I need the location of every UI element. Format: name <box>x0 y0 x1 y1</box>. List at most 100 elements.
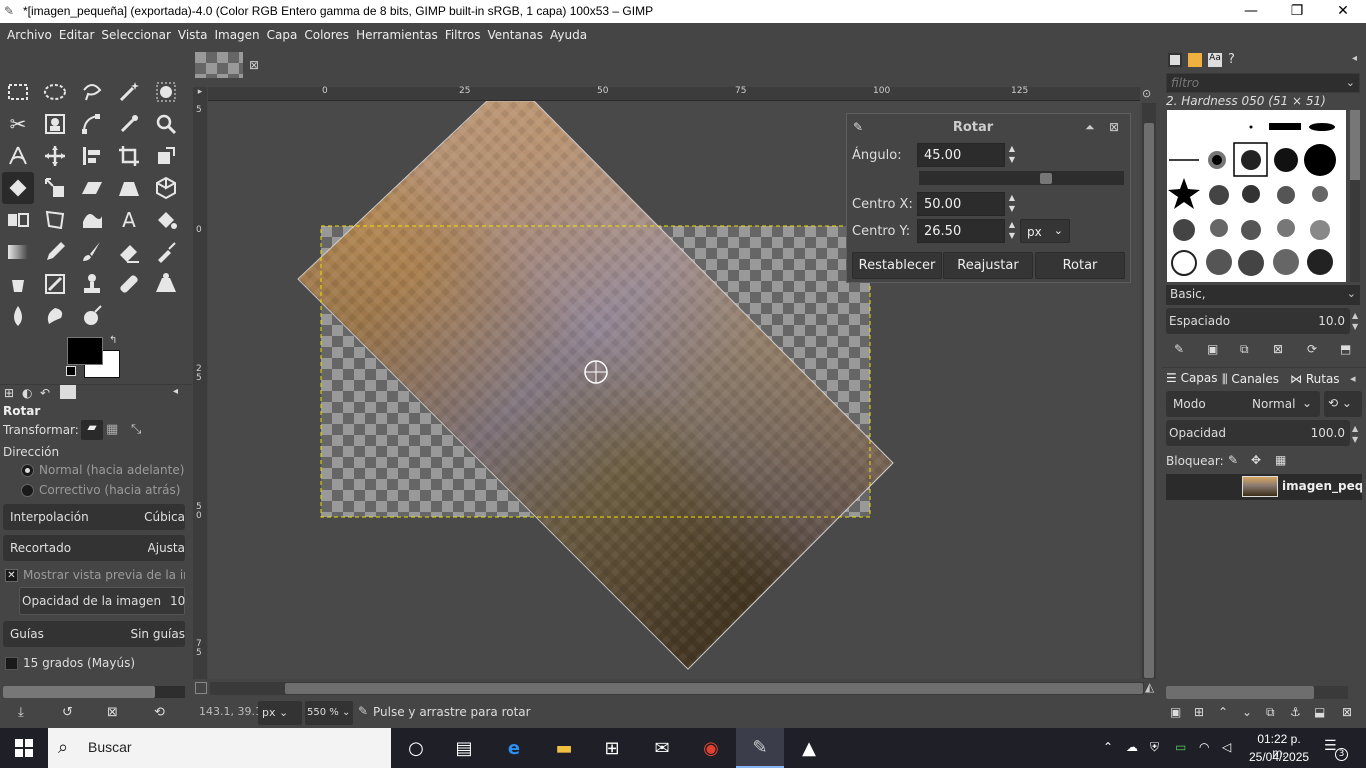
maximize-button[interactable]: ❐ <box>1274 0 1320 23</box>
show-preview-checkbox[interactable]: ✕ <box>5 569 18 582</box>
foreground-select-icon[interactable] <box>39 108 71 140</box>
measure-icon[interactable] <box>2 140 34 172</box>
patterns-tab-icon[interactable] <box>1188 53 1202 67</box>
foreground-color-swatch[interactable] <box>67 337 103 365</box>
layers-menu-icon[interactable]: ◂ <box>1350 372 1356 385</box>
edge-icon[interactable]: e <box>490 728 538 768</box>
tab-menu-icon[interactable]: ◂ <box>173 386 178 397</box>
flip-icon[interactable] <box>2 204 34 236</box>
brush-grid-scrollbar[interactable] <box>1350 110 1360 282</box>
brush-filter-input[interactable]: filtro ⌄ <box>1166 73 1360 93</box>
composite-mode-button[interactable]: ⟲ ⌄ <box>1324 391 1362 417</box>
angle-spin-arrows[interactable]: ▲ ▼ <box>1005 143 1019 167</box>
undo-history-tab-icon[interactable]: ↶ <box>40 386 50 400</box>
angle-slider[interactable] <box>919 171 1124 185</box>
chrome-icon[interactable]: ◉ <box>687 728 735 768</box>
anchor-layer-icon[interactable]: ⚓ <box>1290 705 1301 719</box>
move-icon[interactable] <box>39 140 71 172</box>
eraser-icon[interactable] <box>113 236 145 268</box>
select-by-color-icon[interactable] <box>150 76 182 108</box>
zoom-select[interactable]: 550 % ⌄ <box>305 701 353 725</box>
zoom-fit-icon[interactable]: ⊙ <box>1142 87 1158 101</box>
cage-transform-icon[interactable] <box>39 204 71 236</box>
new-layer-icon[interactable]: ▣ <box>1170 705 1181 719</box>
pencil-icon[interactable] <box>39 236 71 268</box>
dodge-burn-icon[interactable] <box>76 300 108 332</box>
direction-normal-radio[interactable] <box>21 464 34 477</box>
angle-input[interactable]: 45.00 <box>917 143 1005 167</box>
file-explorer-icon[interactable]: ▬ <box>540 728 588 768</box>
help-tab-icon[interactable]: ? <box>1228 52 1235 67</box>
delete-brush-icon[interactable]: ⊠ <box>1273 342 1283 356</box>
paths-icon[interactable] <box>76 108 108 140</box>
quick-mask-toggle[interactable] <box>195 682 207 694</box>
transform-layer-icon[interactable]: ▰ <box>81 420 103 440</box>
center-y-input[interactable]: 26.50 <box>917 219 1005 243</box>
clone-icon[interactable] <box>76 268 108 300</box>
cortana-icon[interactable]: ○ <box>392 728 440 768</box>
tab-layers[interactable]: ☰ Capas <box>1166 371 1218 385</box>
vertical-ruler[interactable]: 5 0 2 5 5 0 7 5 <box>193 101 207 679</box>
image-opacity-slider[interactable]: Opacidad de la imagen 10 <box>19 587 185 615</box>
fuzzy-select-icon[interactable] <box>113 76 145 108</box>
color-picker-icon[interactable] <box>113 108 145 140</box>
ink-icon[interactable] <box>2 268 34 300</box>
menu-capa[interactable]: Capa <box>260 23 298 42</box>
rotate-button[interactable]: Rotar <box>1035 252 1125 279</box>
rect-select-icon[interactable] <box>2 76 34 108</box>
rotate-dialog-collapse-icon[interactable]: ⏶ <box>1085 120 1095 135</box>
delete-options-icon[interactable]: ⊠ <box>107 705 118 720</box>
warp-transform-icon[interactable] <box>76 204 108 236</box>
unified-transform-icon[interactable] <box>150 140 182 172</box>
duplicate-brush-icon[interactable]: ⧉ <box>1240 342 1249 357</box>
windows-start-icon[interactable] <box>0 728 48 768</box>
new-layer-group-icon[interactable]: ⊞ <box>1194 705 1204 719</box>
open-brush-icon[interactable]: ⬒ <box>1340 342 1351 356</box>
raise-layer-icon[interactable]: ⌃ <box>1218 705 1228 719</box>
fonts-tab-icon[interactable]: Aa <box>1208 53 1222 67</box>
default-colors-icon[interactable] <box>66 366 76 376</box>
airbrush-icon[interactable] <box>150 236 182 268</box>
volume-icon[interactable]: ◁ <box>1222 740 1231 754</box>
perspective-icon[interactable] <box>113 172 145 204</box>
shear-icon[interactable] <box>76 172 108 204</box>
close-button[interactable]: ✕ <box>1320 0 1366 23</box>
brush-tag-input[interactable]: Basic, ⌄ <box>1166 285 1360 305</box>
scissors-icon[interactable]: ✂ <box>2 108 34 140</box>
menu-colores[interactable]: Colores <box>297 23 349 42</box>
minimize-button[interactable]: — <box>1228 0 1274 23</box>
layer-opacity-slider[interactable]: Opacidad 100.0 <box>1166 420 1350 446</box>
menu-archivo[interactable]: Archivo <box>0 23 52 42</box>
security-icon[interactable]: ⛨ <box>1150 740 1159 755</box>
tab-paths[interactable]: ⋈ Rutas <box>1290 372 1340 386</box>
fifteen-degrees-checkbox[interactable] <box>5 657 18 670</box>
menu-ventanas[interactable]: Ventanas <box>480 23 543 42</box>
clipping-select[interactable]: Recortado Ajusta <box>3 535 185 561</box>
direction-corrective-radio[interactable] <box>21 484 34 497</box>
refresh-brushes-icon[interactable]: ⟳ <box>1307 342 1317 356</box>
wifi-icon[interactable]: ◠ <box>1199 740 1209 754</box>
center-x-input[interactable]: 50.00 <box>917 192 1005 216</box>
tool-options-scrollbar[interactable] <box>3 686 185 698</box>
menu-vista[interactable]: Vista <box>171 23 208 42</box>
clock-date[interactable]: 25/04/2025 <box>1249 750 1309 764</box>
reset-options-icon[interactable]: ⟲ <box>154 705 165 720</box>
perspective-clone-icon[interactable] <box>150 268 182 300</box>
center-y-spin-arrows[interactable]: ▲ ▼ <box>1005 219 1019 243</box>
bucket-fill-icon[interactable] <box>150 204 182 236</box>
brushes-tab-icon[interactable] <box>1168 53 1182 67</box>
blur-icon[interactable] <box>2 300 34 332</box>
duplicate-layer-icon[interactable]: ⧉ <box>1266 705 1275 720</box>
battery-icon[interactable]: ▭ <box>1175 740 1186 754</box>
paintbrush-icon[interactable] <box>76 236 108 268</box>
lock-position-icon[interactable]: ✥ <box>1251 453 1261 467</box>
unit-select[interactable]: px ⌄ <box>1020 219 1070 243</box>
transform-selection-icon[interactable]: ▦ <box>106 422 118 437</box>
taskbar-search-box[interactable]: ⌕ Buscar <box>48 728 391 768</box>
transform-path-icon[interactable]: ⤡ <box>131 422 141 437</box>
spacing-spin-arrows[interactable]: ▲ ▼ <box>1352 310 1358 332</box>
brush-grid[interactable] <box>1167 110 1346 282</box>
new-brush-icon[interactable]: ▣ <box>1207 342 1218 356</box>
scale-icon[interactable] <box>39 172 71 204</box>
menu-herramientas[interactable]: Herramientas <box>349 23 438 42</box>
